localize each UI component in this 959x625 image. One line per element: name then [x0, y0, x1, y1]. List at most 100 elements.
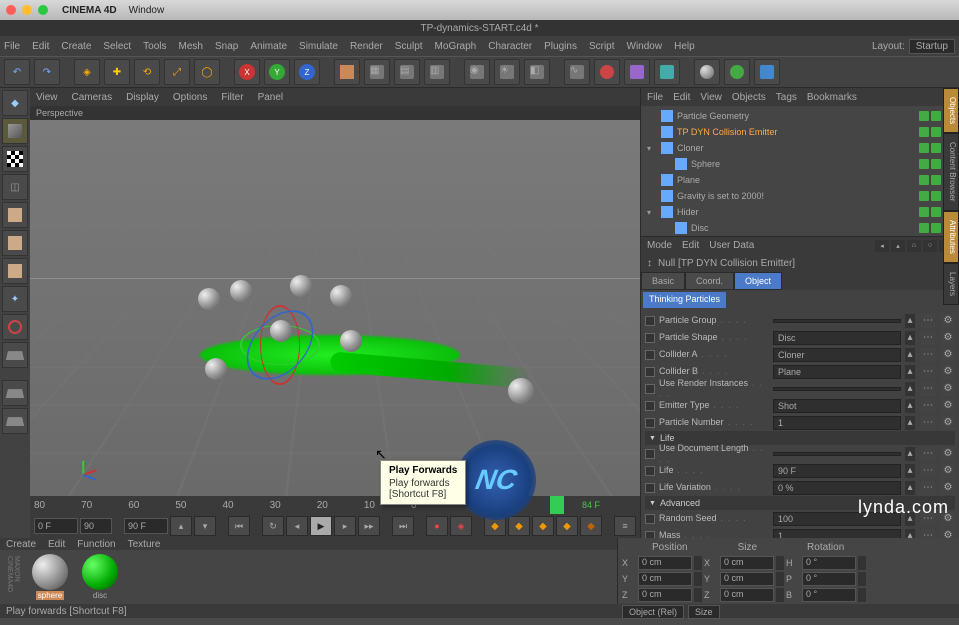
- visibility-tag[interactable]: [931, 175, 941, 185]
- attr-value-field[interactable]: 1: [773, 416, 901, 430]
- menu-sculpt[interactable]: Sculpt: [395, 41, 423, 52]
- visibility-tag[interactable]: [931, 143, 941, 153]
- frame-end-field[interactable]: 90: [80, 518, 112, 534]
- attr-options-button[interactable]: ⚙: [941, 529, 955, 539]
- tab-object[interactable]: Object: [734, 272, 782, 290]
- step-up-icon[interactable]: ▴: [905, 481, 915, 495]
- deformer-button[interactable]: [654, 59, 680, 85]
- pos-field[interactable]: 0 cm: [638, 572, 692, 586]
- loop-button[interactable]: ↻: [262, 516, 284, 536]
- x-axis-toggle[interactable]: X: [234, 59, 260, 85]
- attr-value-field[interactable]: Plane: [773, 365, 901, 379]
- axis-mode-button[interactable]: ✦: [2, 286, 28, 312]
- visibility-tag[interactable]: [919, 175, 929, 185]
- attr-link-button[interactable]: ⋯: [921, 399, 935, 413]
- attr-enable-checkbox[interactable]: [645, 514, 655, 524]
- object-name[interactable]: Particle Geometry: [677, 111, 873, 121]
- step-up-icon[interactable]: ▴: [905, 529, 915, 539]
- nurbs-button[interactable]: [594, 59, 620, 85]
- mat-menu-texture[interactable]: Texture: [128, 539, 161, 550]
- object-name[interactable]: Hider: [677, 207, 873, 217]
- timeline-options-button[interactable]: ≡: [614, 516, 636, 536]
- picture-viewer-button[interactable]: ▤: [394, 59, 420, 85]
- key-param-button[interactable]: ◆: [556, 516, 578, 536]
- material-item[interactable]: sphere: [28, 554, 72, 600]
- play-forwards-button[interactable]: ▶: [310, 516, 332, 536]
- step-up-icon[interactable]: ▴: [905, 314, 915, 328]
- attr-nav-up[interactable]: ▴: [891, 240, 905, 252]
- attr-value-field[interactable]: 0 %: [773, 481, 901, 495]
- attr-enable-checkbox[interactable]: [645, 384, 655, 394]
- attr-enable-checkbox[interactable]: [645, 333, 655, 343]
- menu-file[interactable]: File: [4, 41, 20, 52]
- menu-animate[interactable]: Animate: [250, 41, 287, 52]
- tree-row[interactable]: Particle Geometry: [643, 108, 957, 124]
- frame-total-field[interactable]: 90 F: [124, 518, 168, 534]
- attr-enable-checkbox[interactable]: [645, 401, 655, 411]
- step-up-icon[interactable]: ▴: [905, 416, 915, 430]
- step-up-icon[interactable]: ▴: [905, 382, 915, 396]
- object-name[interactable]: Gravity is set to 2000!: [677, 191, 873, 201]
- attr-value-field[interactable]: [773, 387, 901, 391]
- zoom-button[interactable]: [38, 5, 48, 15]
- menu-window[interactable]: Window: [627, 41, 663, 52]
- tree-row[interactable]: Plane: [643, 172, 957, 188]
- menu-mesh[interactable]: Mesh: [179, 41, 203, 52]
- attr-link-button[interactable]: ⋯: [921, 529, 935, 539]
- viewport-canvas[interactable]: [30, 120, 640, 496]
- attr-nav-lock[interactable]: ○: [923, 240, 937, 252]
- minimize-button[interactable]: [22, 5, 32, 15]
- vp-menu-options[interactable]: Options: [173, 92, 207, 103]
- make-editable-button[interactable]: ◆: [2, 90, 28, 116]
- material-name[interactable]: sphere: [36, 591, 64, 600]
- visibility-tag[interactable]: [931, 207, 941, 217]
- sphere-object[interactable]: [508, 378, 534, 404]
- attr-menu-mode[interactable]: Mode: [647, 240, 672, 251]
- dock-tab-attributes[interactable]: Attributes: [943, 211, 959, 263]
- tree-row[interactable]: ▾ Hider: [643, 204, 957, 220]
- attr-enable-checkbox[interactable]: [645, 316, 655, 326]
- dock-tab-objects[interactable]: Objects: [943, 88, 959, 133]
- attr-link-button[interactable]: ⋯: [921, 464, 935, 478]
- object-name[interactable]: Disc: [691, 223, 873, 233]
- attr-link-button[interactable]: ⋯: [921, 314, 935, 328]
- attr-value-field[interactable]: [773, 319, 901, 323]
- sphere-object[interactable]: [340, 330, 362, 352]
- step-up-button[interactable]: ▴: [170, 516, 192, 536]
- material-list[interactable]: MAXON CINEMA4D sphere disc: [0, 550, 617, 604]
- attr-link-button[interactable]: ⋯: [921, 382, 935, 396]
- visibility-tag[interactable]: [919, 143, 929, 153]
- rotate-tool[interactable]: ⟲: [134, 59, 160, 85]
- close-button[interactable]: [6, 5, 16, 15]
- tree-row[interactable]: TP DYN Collision Emitter: [643, 124, 957, 140]
- material-preview[interactable]: [32, 554, 68, 590]
- attr-options-button[interactable]: ⚙: [941, 416, 955, 430]
- vp-menu-panel[interactable]: Panel: [258, 92, 284, 103]
- spline-button[interactable]: ∿: [564, 59, 590, 85]
- object-name[interactable]: Sphere: [691, 159, 873, 169]
- attr-link-button[interactable]: ⋯: [921, 416, 935, 430]
- layout-dropdown[interactable]: Startup: [909, 39, 955, 54]
- visibility-tag[interactable]: [919, 159, 929, 169]
- vp-menu-view[interactable]: View: [36, 92, 58, 103]
- viewport-1-button[interactable]: [2, 380, 28, 406]
- menu-render[interactable]: Render: [350, 41, 383, 52]
- tree-row[interactable]: Disc: [643, 220, 957, 236]
- obj-menu-objects[interactable]: Objects: [732, 92, 766, 103]
- dock-tab-content[interactable]: Content Browser: [943, 133, 959, 211]
- visibility-tag[interactable]: [919, 191, 929, 201]
- visibility-tag[interactable]: [931, 159, 941, 169]
- size-field[interactable]: 0 cm: [720, 572, 774, 586]
- pos-field[interactable]: 0 cm: [638, 588, 692, 602]
- attr-link-button[interactable]: ⋯: [921, 447, 935, 461]
- point-mode-button[interactable]: [2, 202, 28, 228]
- attr-link-button[interactable]: ⋯: [921, 348, 935, 362]
- step-down-button[interactable]: ▾: [194, 516, 216, 536]
- mat-menu-create[interactable]: Create: [6, 539, 36, 550]
- visibility-tag[interactable]: [931, 127, 941, 137]
- size-field[interactable]: 0 cm: [720, 588, 774, 602]
- menu-edit[interactable]: Edit: [32, 41, 49, 52]
- visibility-tag[interactable]: [919, 127, 929, 137]
- tree-row[interactable]: Sphere: [643, 156, 957, 172]
- workplane-button-2[interactable]: [2, 342, 28, 368]
